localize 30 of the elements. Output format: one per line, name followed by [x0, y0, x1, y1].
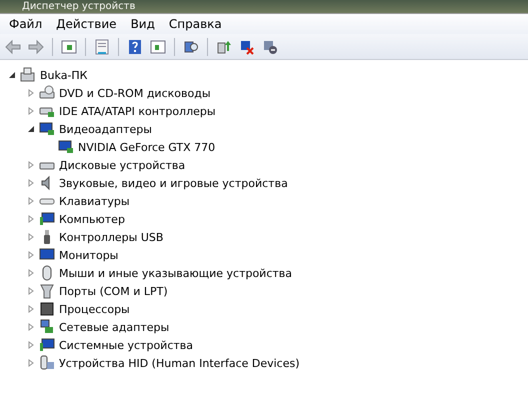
monitor-icon: [39, 211, 55, 227]
monitor-icon: [39, 337, 55, 353]
computer-icon: [20, 67, 36, 83]
monitor-icon: [39, 121, 55, 137]
tree-item[interactable]: Мыши и иные указывающие устройства: [59, 266, 292, 280]
tree-item[interactable]: Компьютер: [59, 212, 125, 226]
tree-item[interactable]: DVD и CD-ROM дисководы: [59, 86, 211, 100]
tree-item[interactable]: Мониторы: [59, 248, 118, 262]
menu-item[interactable]: Вид: [124, 15, 161, 33]
tree-item[interactable]: Звуковые, видео и игровые устройства: [59, 176, 288, 190]
window-title: Диспетчер устройств: [22, 0, 136, 12]
menu-item[interactable]: Действие: [50, 15, 123, 33]
network-icon: [39, 319, 55, 335]
menu-item[interactable]: Справка: [162, 15, 228, 33]
port-icon: [39, 283, 55, 299]
tree-item[interactable]: Buka-ПК: [40, 68, 88, 82]
drive-icon: [39, 85, 55, 101]
monitor-icon: [58, 139, 74, 155]
tree-item[interactable]: Клавиатуры: [59, 194, 130, 208]
tree-item[interactable]: NVIDIA GeForce GTX 770: [78, 140, 216, 154]
tree-item[interactable]: Контроллеры USB: [59, 230, 164, 244]
tree-item[interactable]: Сетевые адаптеры: [59, 320, 170, 334]
tree-item[interactable]: Порты (COM и LPT): [59, 284, 168, 298]
tree-item[interactable]: Процессоры: [59, 302, 130, 316]
tree-item[interactable]: Устройства HID (Human Interface Devices): [59, 356, 300, 370]
tree-item[interactable]: Видеоадаптеры: [59, 122, 152, 136]
tree-item[interactable]: IDE ATA/ATAPI контроллеры: [59, 104, 216, 118]
menu-item[interactable]: Файл: [3, 15, 48, 33]
tree-item[interactable]: Системные устройства: [59, 338, 193, 352]
tree-item[interactable]: Дисковые устройства: [59, 158, 186, 172]
